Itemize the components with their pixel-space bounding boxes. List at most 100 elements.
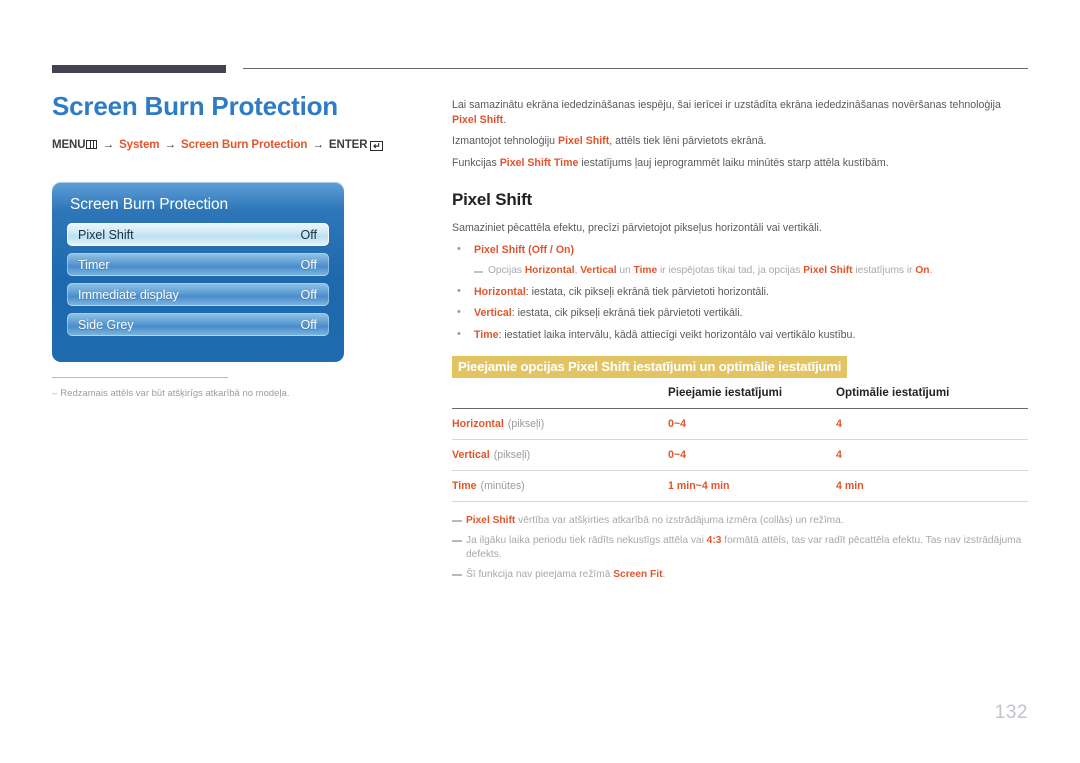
option-bullet-list: Pixel Shift (Off / On) <box>452 242 1028 257</box>
footnote-rule <box>52 377 228 378</box>
bottom-note-1-text: vērtība var atšķirties atkarībā no izstr… <box>515 515 844 526</box>
osd-row-value: Off <box>300 257 317 272</box>
row-optimal-vertical: 4 <box>836 449 842 461</box>
bullet-rest: : iestatiet laika intervālu, kādā attiec… <box>498 328 856 341</box>
row-label-time: Time <box>452 480 477 492</box>
osd-row-side-grey[interactable]: Side Grey Off <box>67 313 329 336</box>
osd-row-label: Side Grey <box>78 317 134 332</box>
bottom-note-3: Šī funkcija nav pieejama režīmā Screen F… <box>452 568 1028 582</box>
intro-p3-text-b: iestatījums ļauj ieprogrammēt laiku minū… <box>578 156 889 169</box>
subnote-a: Opcijas <box>488 265 525 277</box>
osd-row-value: Off <box>300 227 317 242</box>
bullet-term: Pixel Shift <box>474 244 526 257</box>
subnote-f: . <box>929 265 933 277</box>
table-header-optimal: Optimālie iestatījumi <box>836 386 950 399</box>
header-rules <box>0 0 1080 80</box>
breadcrumb-arrow-3: → <box>312 138 324 151</box>
header-rule-thick <box>52 65 226 73</box>
row-optimal-time: 4 min <box>836 480 864 492</box>
breadcrumb-arrow-2: → <box>164 138 177 151</box>
osd-row-label: Pixel Shift <box>78 227 134 242</box>
intro-paragraph-2: Izmantojot tehnoloģiju Pixel Shift, attē… <box>452 134 1028 149</box>
subnote-term-horizontal: Horizontal <box>524 265 575 277</box>
bottom-note-2: Ja ilgāku laika periodu tiek rādīts neku… <box>452 534 1028 562</box>
osd-panel-title: Screen Burn Protection <box>70 196 229 213</box>
table-cell-label: Time (minūtes) <box>452 471 668 502</box>
enter-label: ENTER <box>328 138 368 151</box>
subnote-d: ir iespējotas tikai tad, ja opcijas <box>657 265 804 277</box>
table-row: Vertical (pikseļi) 0~4 4 <box>452 439 1028 471</box>
footnote-text-row: – Redzamais attēls var būt atšķirīgs atka… <box>52 387 352 400</box>
row-available-time: 1 min~4 min <box>668 480 730 492</box>
header-rule-thin <box>243 68 1028 69</box>
row-label-horizontal: Horizontal <box>452 418 504 430</box>
osd-row-value: Off <box>300 317 317 332</box>
bullet-term: Vertical <box>474 307 512 320</box>
right-column: Lai samazinātu ekrāna iededzināšanas ies… <box>452 98 1028 588</box>
bottom-note-3-text-b: . <box>662 569 666 581</box>
bullet-rest: : iestata, cik pikseļi ekrānā tiek pārvi… <box>525 286 769 299</box>
bottom-note-2-text-a: Ja ilgāku laika periodu tiek rādīts neku… <box>466 535 707 547</box>
osd-row-timer[interactable]: Timer Off <box>67 253 329 276</box>
intro-p2-text-b: , attēls tiek lēni pārvietots ekrānā. <box>609 135 767 148</box>
left-column: Screen Burn Protection MENU → System → S… <box>52 92 402 169</box>
osd-row-immediate-display[interactable]: Immediate display Off <box>67 283 329 306</box>
row-optimal-horizontal: 4 <box>836 418 842 430</box>
subnote-term-pixel-shift: Pixel Shift <box>803 265 853 277</box>
intro-paragraph-3: Funkcijas Pixel Shift Time iestatījums ļ… <box>452 156 1028 171</box>
breadcrumb-item-system[interactable]: System <box>119 139 159 151</box>
menu-bars-icon <box>86 139 98 149</box>
table-head: Pieejamie iestatījumi Optimālie iestatīj… <box>452 386 1028 409</box>
table-title-wrapper: Pieejamie opcijas Pixel Shift iestatījum… <box>452 356 1028 378</box>
osd-row-label: Immediate display <box>78 287 179 302</box>
row-unit: (minūtes) <box>480 480 525 492</box>
footnote-text: Redzamais attēls var būt atšķirīgs atkar… <box>60 388 290 399</box>
intro-p2-text-a: Izmantojot tehnoloģiju <box>452 135 559 148</box>
subnote-term-on: On <box>915 265 930 277</box>
table-title-highlight: Pieejamie opcijas Pixel Shift iestatījum… <box>452 356 848 378</box>
menu-breadcrumb: MENU → System → Screen Burn Protection →… <box>52 139 402 151</box>
intro-p1-text-b: . <box>503 113 507 126</box>
bottom-note-3-highlight: Screen Fit <box>613 569 663 581</box>
row-available-vertical: 0~4 <box>668 449 686 461</box>
osd-row-label: Timer <box>78 257 110 272</box>
table-row: Horizontal (pikseļi) 0~4 4 <box>452 408 1028 440</box>
table-header-blank <box>452 386 668 409</box>
table-header-row: Pieejamie iestatījumi Optimālie iestatīj… <box>452 386 1028 409</box>
bullet-rest: (Off / On) <box>525 244 575 257</box>
osd-row-pixel-shift[interactable]: Pixel Shift Off <box>67 223 329 246</box>
bullet-item-vertical: Vertical: iestata, cik pikseļi ekrānā ti… <box>452 305 1028 320</box>
bullet-term: Horizontal <box>474 286 526 299</box>
bullet-rest: : iestata, cik pikseļi ekrānā tiek pārvi… <box>511 307 743 320</box>
subnote-e: iestatījums ir <box>852 265 916 277</box>
bottom-note-1: Pixel Shift vērtība var atšķirties atkar… <box>452 514 1028 528</box>
subnote-term-time: Time <box>633 265 658 277</box>
row-available-horizontal: 0~4 <box>668 418 686 430</box>
bottom-note-1-highlight: Pixel Shift <box>466 515 516 526</box>
left-footnote: – Redzamais attēls var būt atšķirīgs atka… <box>52 377 352 400</box>
menu-label: MENU <box>52 138 86 151</box>
bullet-item-horizontal: Horizontal: iestata, cik pikseļi ekrānā … <box>452 284 1028 299</box>
page-title: Screen Burn Protection <box>52 91 338 121</box>
intro-paragraph-1: Lai samazinātu ekrāna iededzināšanas ies… <box>452 98 1028 127</box>
subnote-pixel-shift-dependency: Opcijas Horizontal, Vertical un Time ir … <box>452 264 1028 278</box>
breadcrumb-arrow-1: → <box>102 138 115 151</box>
osd-row-value: Off <box>300 287 317 302</box>
bottom-footnotes: Pixel Shift vērtība var atšķirties atkar… <box>452 514 1028 582</box>
section-heading-pixel-shift: Pixel Shift <box>452 190 532 210</box>
osd-menu-panel: Screen Burn Protection Pixel Shift Off T… <box>52 182 344 362</box>
intro-p3-highlight: Pixel Shift Time <box>499 156 579 169</box>
row-label-vertical: Vertical <box>452 449 490 461</box>
section-lead-text: Samaziniet pēcattēla efektu, precīzi pār… <box>452 222 822 235</box>
table-cell-label: Vertical (pikseļi) <box>452 440 668 471</box>
subnote-c: un <box>616 265 634 277</box>
table-row: Time (minūtes) 1 min~4 min 4 min <box>452 470 1028 502</box>
table-cell-label: Horizontal (pikseļi) <box>452 409 668 440</box>
bullet-item-pixel-shift: Pixel Shift (Off / On) <box>452 242 1028 257</box>
pixel-shift-settings-table: Pieejamie iestatījumi Optimālie iestatīj… <box>452 386 1028 502</box>
enter-key-icon: ↵ <box>370 140 384 151</box>
breadcrumb-item-screen-burn-protection[interactable]: Screen Burn Protection <box>181 139 307 151</box>
row-unit: (pikseļi) <box>493 449 531 461</box>
page-number: 132 <box>994 702 1028 723</box>
row-unit: (pikseļi) <box>507 418 545 430</box>
